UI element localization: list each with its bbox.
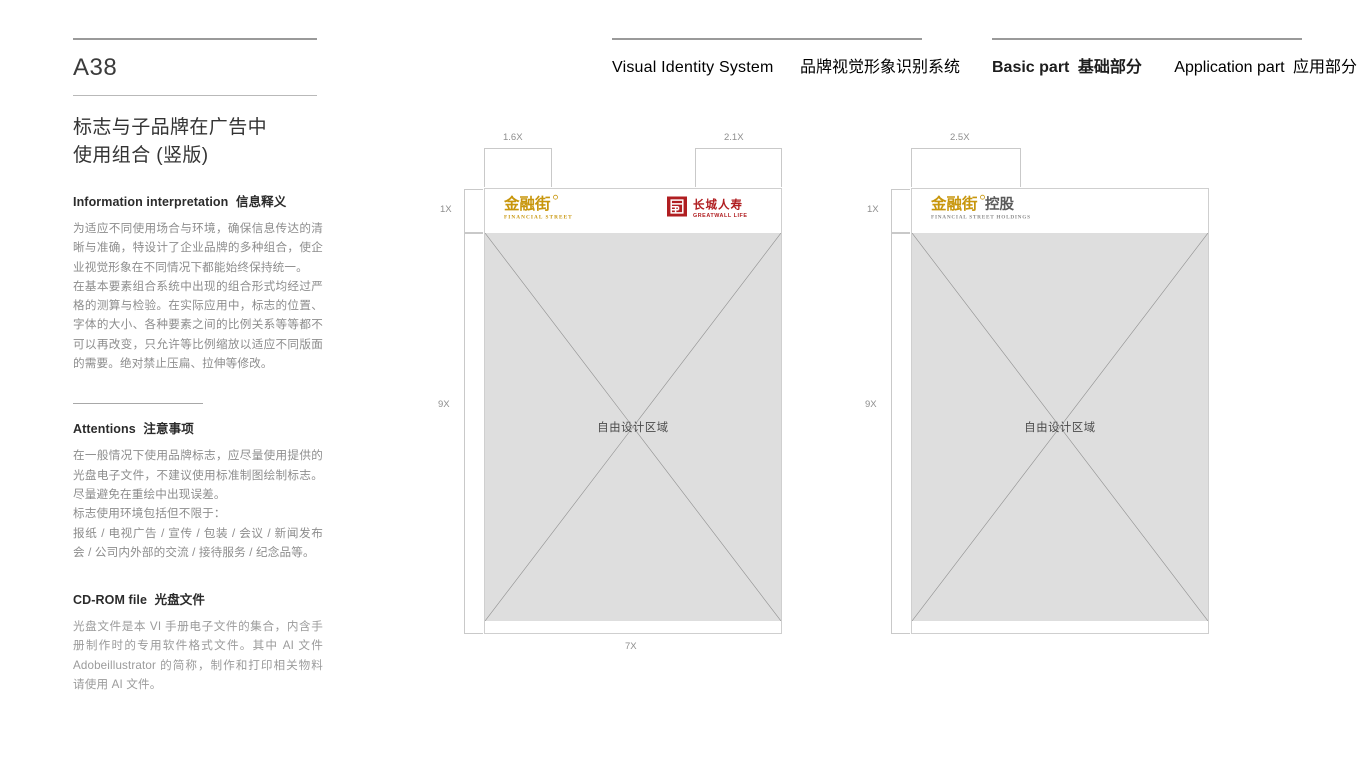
nav-tab-basic-part-cn: 基础部分	[1077, 59, 1142, 76]
measure-label-logo-width-p2: 2.5X	[950, 132, 970, 143]
nav-tab-application-part-cn: 应用部分	[1293, 59, 1358, 76]
measure-bracket-free-height-p1	[464, 233, 483, 634]
page-code-divider	[73, 95, 317, 96]
block-cdrom-file: CD-ROM file 光盘文件 光盘文件是本 VI 手册电子文件的集合，内含手…	[73, 589, 323, 694]
nav-label-en: Visual Identity System	[612, 59, 774, 76]
block-heading-cn: 光盘文件	[154, 593, 205, 608]
block-heading-en: CD-ROM file	[73, 593, 148, 608]
block-heading-en: Attentions	[73, 422, 136, 437]
logo-financial-street-en-glyphs: FINANCIAL STREET	[504, 215, 573, 221]
nav-items: Visual Identity System 品牌视觉形象识别系统	[612, 53, 960, 77]
block-heading: CD-ROM file 光盘文件	[73, 589, 323, 608]
logo-greatwall-life-en-glyphs: GREATWALL LIFE	[693, 213, 748, 219]
nav-parts: Basic part 基础部分 Application part 应用部分	[992, 38, 1357, 77]
placeholder-cross-icon	[485, 233, 781, 621]
nav-tab-application-part-en: Application part	[1174, 59, 1285, 76]
seal-square-icon	[667, 196, 687, 216]
block-body: 光盘文件是本 VI 手册电子文件的集合，内含手册制作时的专用软件格式文件。其中 …	[73, 620, 323, 692]
nav-label-cn: 品牌视觉形象识别系统	[799, 59, 960, 76]
logo-holdings-cn-glyphs: 金融街	[931, 194, 978, 213]
nav-tab-basic-part-en: Basic part	[992, 59, 1070, 76]
measure-label-total-width-p1: 7X	[625, 641, 637, 652]
registered-mark-icon	[553, 194, 558, 200]
nav-tab-application-part[interactable]: Application part 应用部分	[1174, 53, 1357, 77]
measure-bracket-logo-width-p1	[484, 148, 552, 187]
nav-items: Basic part 基础部分 Application part 应用部分	[992, 53, 1357, 77]
logo-financial-street-holdings-svg: 金融街 控股 FINANCIAL STREET HOLDINGS	[930, 194, 1031, 221]
placeholder-cross-icon	[912, 233, 1208, 621]
free-design-area-label: 自由设计区域	[1024, 422, 1096, 434]
block-attentions: Attentions 注意事项 在一般情况下使用品牌标志，应尽量使用提供的光盘电…	[73, 403, 323, 562]
measure-label-free-height-p2: 9X	[865, 399, 877, 410]
nav-divider	[992, 38, 1302, 40]
logo-holdings-en-glyphs: FINANCIAL STREET HOLDINGS	[931, 215, 1031, 221]
block-heading: Information interpretation 信息释义	[73, 191, 323, 210]
page-title: 标志与子品牌在广告中 使用组合 (竖版)	[73, 117, 268, 166]
measure-label-free-height-p1: 9X	[438, 399, 450, 410]
registered-mark-icon	[980, 194, 985, 200]
nav-divider	[612, 38, 922, 40]
block-heading-cn: 注意事项	[143, 422, 194, 437]
page-code: A38	[73, 54, 118, 81]
logo-greatwall-life-cn-glyphs: 长城人寿	[693, 197, 743, 211]
logo-financial-street-holdings: 金融街 控股 FINANCIAL STREET HOLDINGS 金融街 控股 …	[930, 193, 1035, 226]
layout-panel-combination-vertical-1: 金融街 FINANCIAL STREET 金融街 FINANCIAL STREE…	[484, 188, 782, 634]
logo-greatwall-life-svg: 长城人寿 GREATWALL LIFE	[667, 196, 748, 219]
sidebar: A38 标志与子品牌在广告中 使用组合 (竖版) Information int…	[73, 38, 323, 694]
block-heading-en: Information interpretation	[73, 195, 229, 209]
attentions-divider	[73, 403, 203, 405]
block-heading-cn: 信息释义	[235, 195, 287, 209]
logo-financial-street-svg: 金融街 FINANCIAL STREET	[503, 194, 573, 221]
block-body: 为适应不同使用场合与环境，确保信息传达的清晰与准确，特设计了企业品牌的多种组合，…	[73, 222, 323, 371]
free-design-area: 自由设计区域	[485, 233, 781, 621]
measure-label-band-height-p2: 1X	[867, 204, 879, 215]
seal-glyph-icon	[670, 198, 684, 214]
measure-label-logo-width-p1: 1.6X	[503, 132, 523, 143]
logo-band: 金融街 控股 FINANCIAL STREET HOLDINGS 金融街 控股 …	[912, 189, 1208, 230]
block-information-interpretation: Information interpretation 信息释义 为适应不同使用场…	[73, 191, 323, 373]
measure-label-band-height-p1: 1X	[440, 204, 452, 215]
block-heading: Attentions 注意事项	[73, 418, 323, 437]
measure-label-sub-logo-width-p1: 2.1X	[724, 132, 744, 143]
measure-bracket-band-height-p1	[464, 189, 483, 233]
logo-financial-street-cn-glyphs: 金融街	[504, 194, 551, 213]
logo-band: 金融街 FINANCIAL STREET 金融街 FINANCIAL STREE…	[485, 189, 781, 230]
free-design-area: 自由设计区域	[912, 233, 1208, 621]
nav-tab-basic-part[interactable]: Basic part 基础部分	[992, 53, 1142, 77]
top-divider	[73, 38, 317, 40]
measure-bracket-band-height-p2	[891, 189, 910, 233]
measure-bracket-logo-width-p2	[911, 148, 1021, 187]
free-design-area-label: 自由设计区域	[597, 422, 669, 434]
logo-holdings-suffix-glyphs: 控股	[985, 195, 1014, 213]
layout-panel-combination-vertical-2: 金融街 控股 FINANCIAL STREET HOLDINGS 金融街 控股 …	[911, 188, 1209, 634]
measure-bracket-sub-logo-width-p1	[695, 148, 782, 187]
measure-bracket-free-height-p2	[891, 233, 910, 634]
logo-financial-street: 金融街 FINANCIAL STREET 金融街 FINANCIAL STREE…	[503, 193, 574, 226]
block-body: 在一般情况下使用品牌标志，应尽量使用提供的光盘电子文件，不建议使用标准制图绘制标…	[73, 449, 323, 559]
breadcrumb-visual-identity-system: Visual Identity System 品牌视觉形象识别系统	[612, 38, 960, 77]
vi-manual-page: A38 标志与子品牌在广告中 使用组合 (竖版) Information int…	[0, 0, 1366, 768]
logo-greatwall-life: 长城人寿 GREATWALL LIFE 长城人寿 GREATWALL LIFE	[667, 194, 763, 225]
